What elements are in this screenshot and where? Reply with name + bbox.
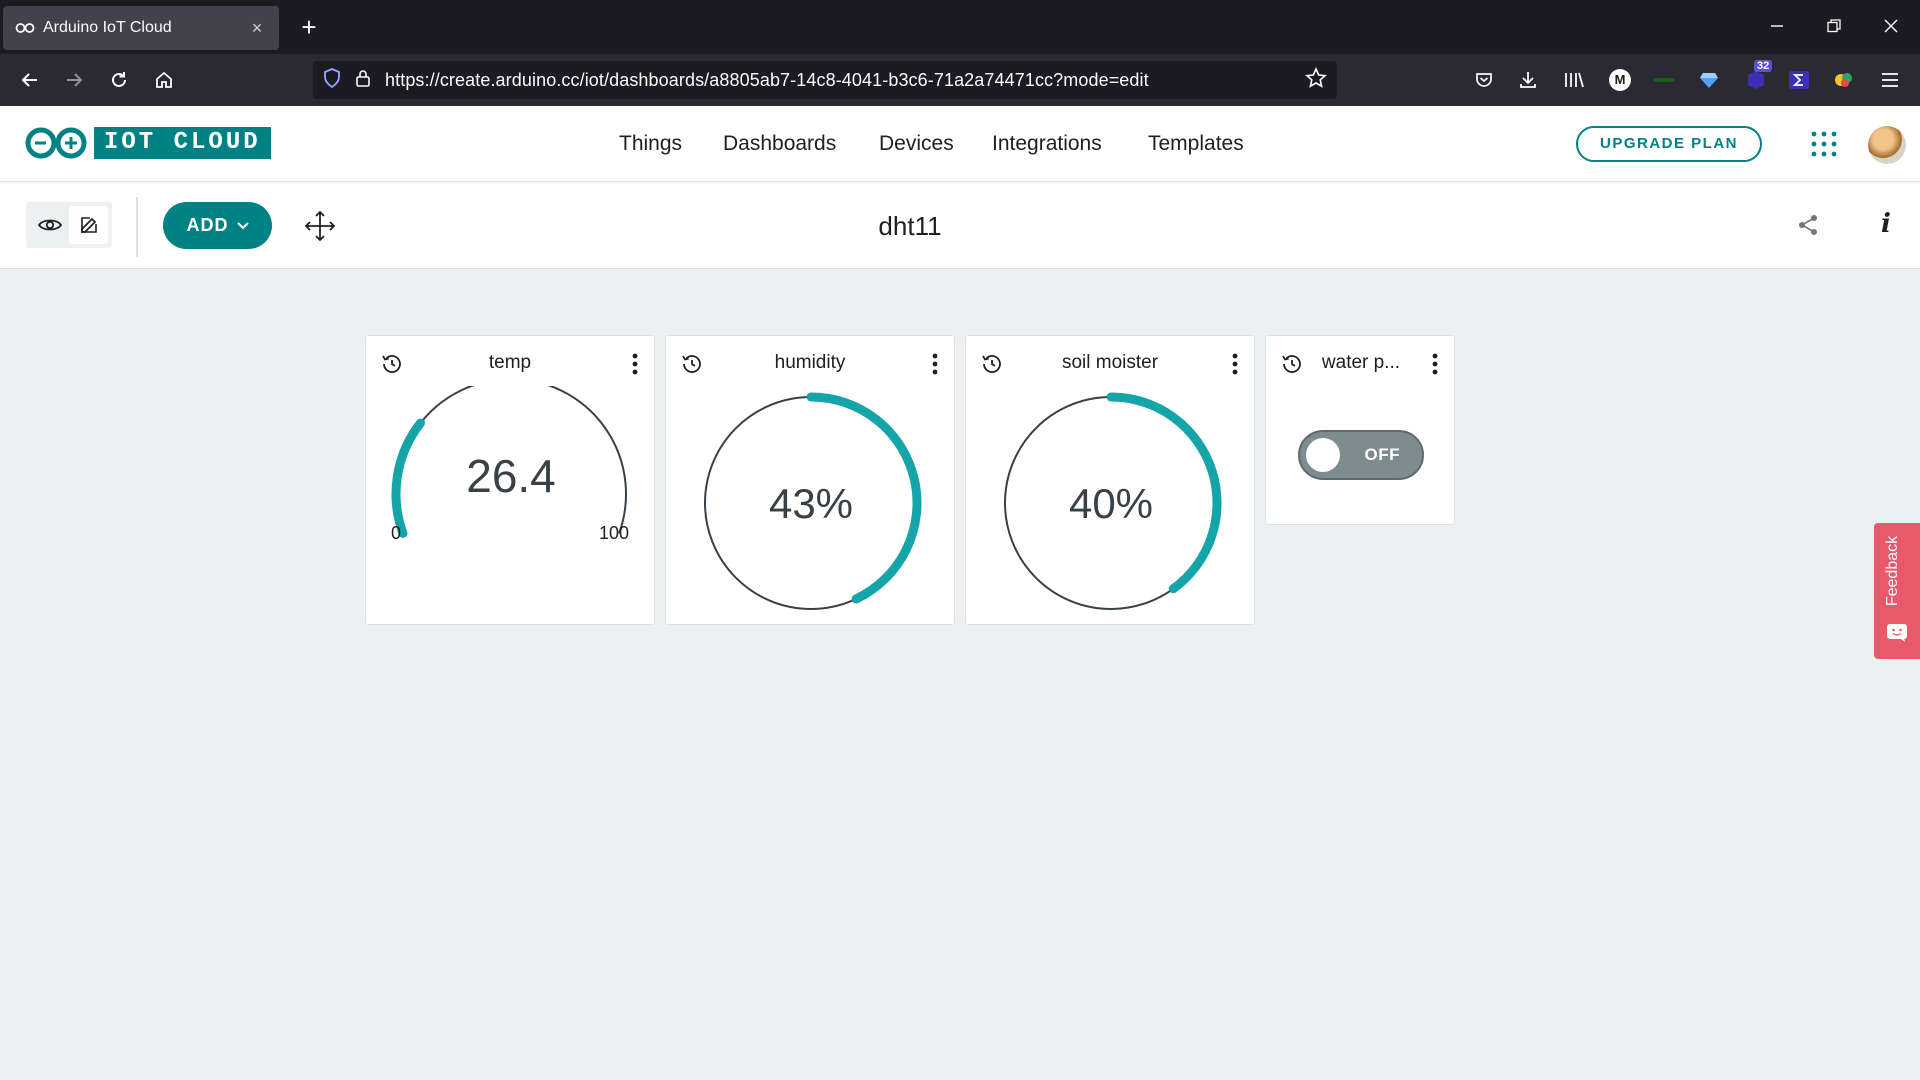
- widget-water-switch[interactable]: water p... OFF: [1265, 335, 1455, 525]
- browser-nav-bar: https://create.arduino.cc/iot/dashboards…: [0, 54, 1920, 106]
- share-icon[interactable]: [1796, 213, 1820, 237]
- extension-sigma-icon[interactable]: [1783, 64, 1815, 96]
- arduino-favicon-icon: [15, 18, 35, 38]
- widget-temp-gauge[interactable]: temp 26.4 0 100: [365, 335, 655, 625]
- lock-icon[interactable]: [355, 68, 371, 93]
- history-icon[interactable]: [980, 352, 1004, 376]
- nav-devices[interactable]: Devices: [879, 132, 954, 156]
- gauge-max-label: 100: [599, 523, 629, 543]
- close-window-icon[interactable]: [1871, 12, 1911, 42]
- kebab-menu-icon[interactable]: [1430, 352, 1440, 376]
- tab-close-icon[interactable]: ×: [247, 18, 267, 39]
- kebab-menu-icon[interactable]: [930, 352, 940, 376]
- browser-menu-icon[interactable]: [1874, 64, 1906, 96]
- arduino-logo-icon: [25, 127, 87, 159]
- bookmark-star-icon[interactable]: [1305, 66, 1327, 94]
- tracking-shield-icon[interactable]: [323, 67, 341, 93]
- extension-m-icon[interactable]: M: [1604, 64, 1636, 96]
- history-icon[interactable]: [380, 352, 404, 376]
- nav-dashboards[interactable]: Dashboards: [723, 132, 836, 156]
- widget-humidity-percentage[interactable]: humidity 43%: [665, 335, 955, 625]
- widget-title: humidity: [774, 352, 846, 373]
- widget-title: water p...: [1321, 352, 1401, 373]
- dashboard-toolbar: ADD dht11 i: [0, 183, 1920, 269]
- extension-diamond-icon[interactable]: [1693, 64, 1725, 96]
- address-bar[interactable]: https://create.arduino.cc/iot/dashboards…: [313, 61, 1337, 99]
- upgrade-plan-button[interactable]: UPGRADE PLAN: [1576, 126, 1762, 162]
- info-icon[interactable]: i: [1874, 209, 1898, 239]
- nav-templates[interactable]: Templates: [1148, 132, 1244, 156]
- logo-text: IOT CLOUD: [94, 127, 271, 159]
- switch-knob: [1306, 438, 1340, 472]
- new-tab-button[interactable]: +: [294, 12, 324, 42]
- gauge-min-label: 0: [391, 523, 401, 543]
- minimize-icon[interactable]: [1757, 12, 1797, 42]
- home-icon[interactable]: [148, 64, 180, 96]
- dashboard-title[interactable]: dht11: [0, 211, 1820, 242]
- library-icon[interactable]: [1558, 64, 1590, 96]
- kebab-menu-icon[interactable]: [1230, 352, 1240, 376]
- widget-soil-percentage[interactable]: soil moister 40%: [965, 335, 1255, 625]
- ring-value: 43%: [769, 480, 853, 527]
- tab-title: Arduino IoT Cloud: [43, 19, 172, 36]
- browser-tab[interactable]: Arduino IoT Cloud ×: [3, 6, 279, 50]
- switch-state-label: OFF: [1364, 445, 1400, 464]
- humidity-ring: 43%: [704, 392, 922, 610]
- nav-integrations[interactable]: Integrations: [992, 132, 1102, 156]
- gauge-value: 26.4: [466, 450, 556, 502]
- widget-title: temp: [488, 352, 532, 373]
- soil-ring: 40%: [1004, 392, 1222, 610]
- downloads-icon[interactable]: [1512, 64, 1544, 96]
- url-text: https://create.arduino.cc/iot/dashboards…: [385, 69, 1149, 90]
- app-header: IOT CLOUD Things Dashboards Devices Inte…: [0, 106, 1920, 182]
- widget-title: soil moister: [1061, 352, 1159, 373]
- nav-things[interactable]: Things: [619, 132, 682, 156]
- feedback-tab[interactable]: Feedback: [1874, 523, 1920, 659]
- water-pump-switch[interactable]: OFF: [1298, 430, 1424, 480]
- extension-badge-icon[interactable]: 32: [1740, 60, 1773, 96]
- reload-icon[interactable]: [103, 64, 135, 96]
- gauge-fill: [391, 418, 425, 538]
- iot-cloud-logo[interactable]: IOT CLOUD: [24, 126, 271, 160]
- back-icon[interactable]: [14, 64, 46, 96]
- temp-gauge: 26.4 0 100: [391, 386, 629, 543]
- apps-grid-icon[interactable]: [1810, 130, 1838, 158]
- ring-value: 40%: [1069, 480, 1153, 527]
- extension-green-icon[interactable]: [1648, 64, 1680, 96]
- forward-icon[interactable]: [58, 64, 90, 96]
- pocket-icon[interactable]: [1468, 64, 1500, 96]
- kebab-menu-icon[interactable]: [630, 352, 640, 376]
- extension-color-icon[interactable]: [1828, 64, 1860, 96]
- history-icon[interactable]: [680, 352, 704, 376]
- feedback-smile-icon: [1887, 624, 1907, 642]
- restore-icon[interactable]: [1814, 12, 1854, 42]
- avatar[interactable]: [1868, 126, 1906, 164]
- feedback-label: Feedback: [1884, 535, 1901, 607]
- history-icon[interactable]: [1280, 352, 1304, 376]
- browser-tab-bar: Arduino IoT Cloud × +: [0, 0, 1920, 54]
